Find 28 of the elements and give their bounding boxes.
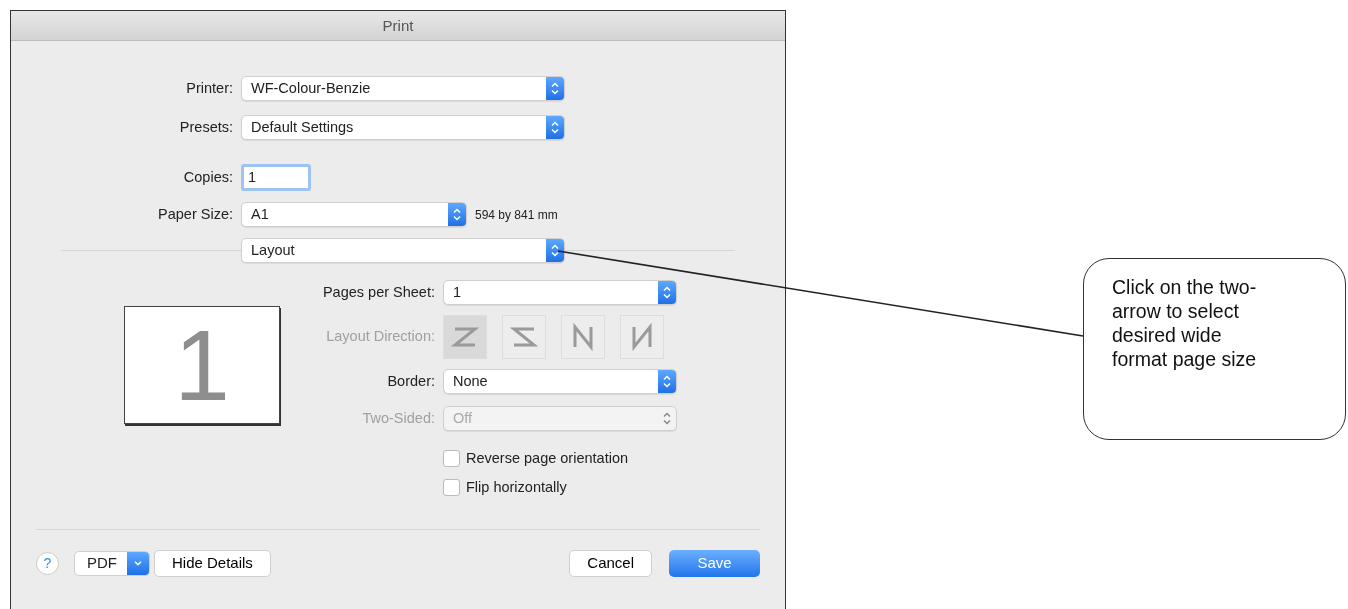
- help-button[interactable]: ?: [36, 551, 59, 575]
- popup-button[interactable]: Default Settings: [241, 115, 565, 140]
- copies-field[interactable]: 1: [241, 164, 311, 191]
- page-preview: 1: [124, 306, 280, 424]
- paper-dimensions: 594 by 841 mm: [475, 206, 559, 224]
- option-label: Pages per Sheet:: [321, 282, 435, 302]
- cancel-button[interactable]: Cancel: [569, 549, 652, 577]
- field-label: Presets:: [178, 117, 233, 137]
- checkbox[interactable]: [443, 450, 460, 468]
- window-title: Print: [11, 11, 785, 41]
- popup-button[interactable]: A1: [241, 202, 467, 227]
- popup-button[interactable]: 1: [443, 280, 677, 305]
- hide-details-button[interactable]: Hide Details: [154, 549, 271, 577]
- popup-button[interactable]: WF-Colour-Benzie: [241, 76, 565, 101]
- option-label: Two-Sided:: [361, 408, 435, 428]
- field-label: Paper Size:: [157, 204, 233, 224]
- checkbox[interactable]: [443, 479, 460, 497]
- field-label: Printer:: [185, 78, 233, 98]
- pdf-menu-button[interactable]: PDF: [74, 550, 150, 576]
- checkbox-label: Reverse page orientation: [466, 449, 629, 468]
- option-label: Border:: [386, 371, 435, 391]
- checkbox-label: Flip horizontally: [466, 477, 567, 497]
- option-label: Layout Direction:: [325, 327, 435, 347]
- field-label: Copies:: [182, 167, 233, 187]
- callout-text: Click on the two-arrow to select desired wide format page size: [1083, 258, 1346, 440]
- popup-button[interactable]: None: [443, 369, 677, 394]
- chevron-down-icon: [134, 560, 142, 566]
- popup-button[interactable]: Layout: [241, 238, 565, 263]
